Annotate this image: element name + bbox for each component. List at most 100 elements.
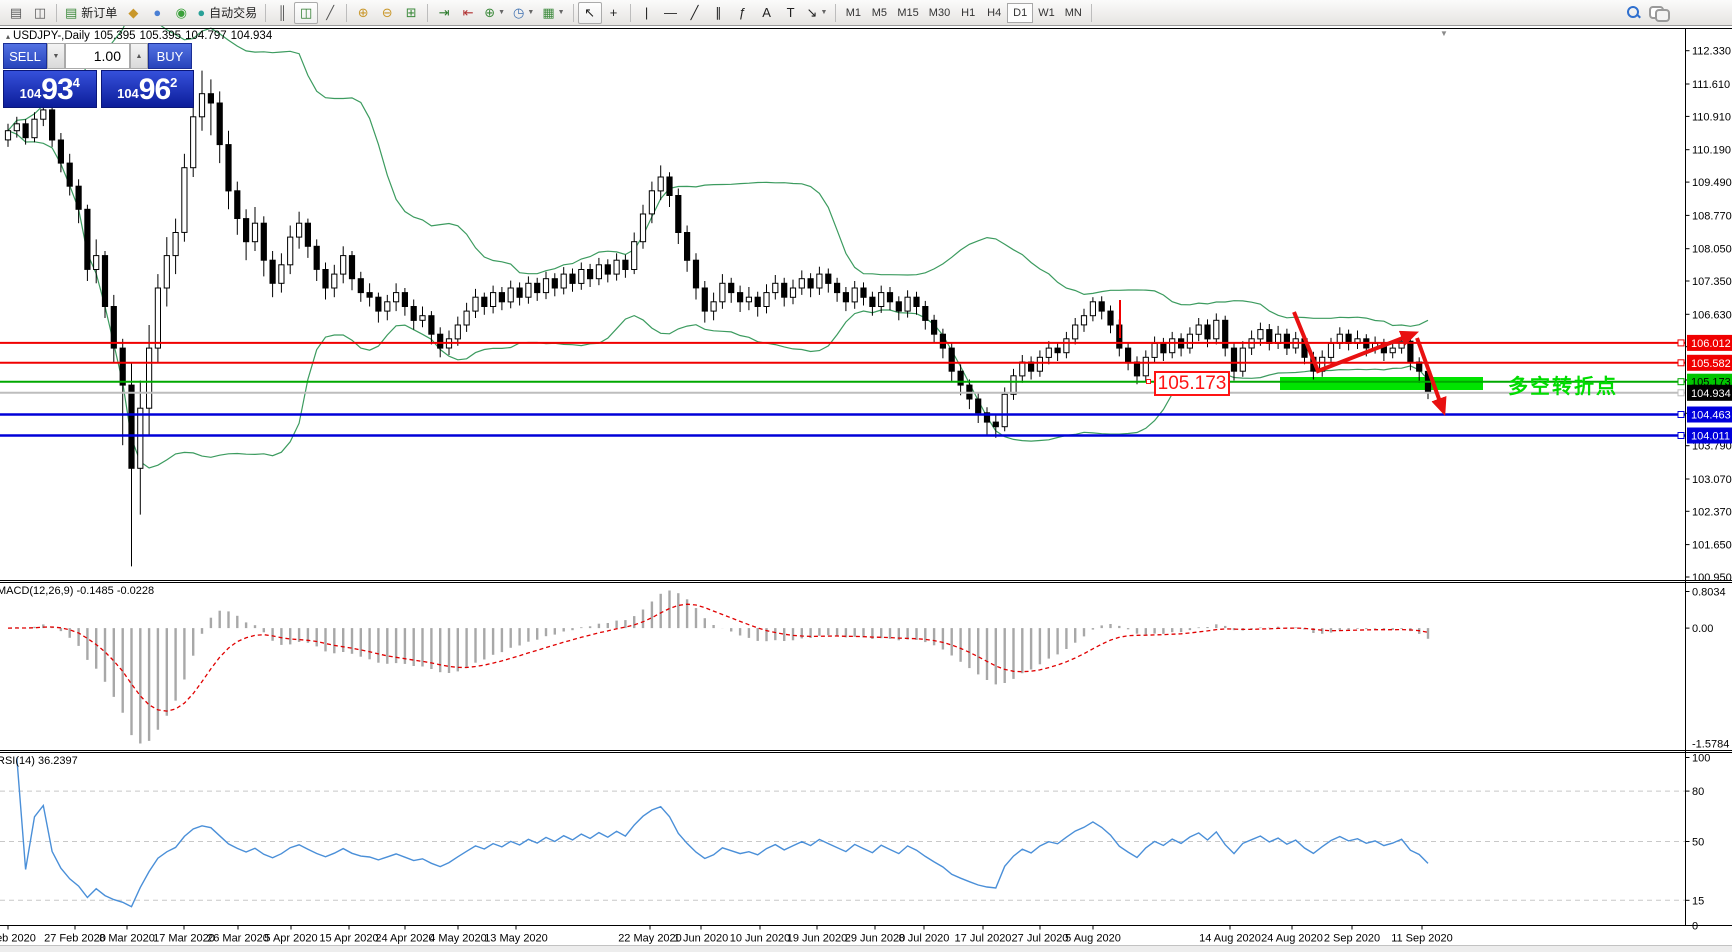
candle-body: [632, 242, 637, 270]
timeframe-h1-button[interactable]: H1: [955, 3, 981, 23]
date-tick-label: 17 Jul 2020: [955, 933, 1012, 945]
toolbar-separator: [56, 4, 57, 22]
volume-increase-button[interactable]: ▲: [130, 43, 148, 69]
tile-windows-button[interactable]: ⊞: [399, 2, 423, 24]
candle-body: [508, 288, 513, 302]
experts-button[interactable]: ●: [145, 2, 169, 24]
bar-chart-type-button[interactable]: ║: [270, 2, 294, 24]
chat-button[interactable]: [1645, 2, 1670, 24]
candle-body: [147, 348, 152, 408]
toolbar-separator: [630, 4, 631, 22]
quote-high: 105.395: [140, 30, 182, 42]
line-handle[interactable]: [1678, 360, 1684, 366]
vertical-line-tool-button[interactable]: |: [635, 2, 659, 24]
candle-body: [499, 293, 504, 302]
indicators-catalog-icon: ◆: [128, 6, 138, 19]
signals-button[interactable]: ◉: [169, 2, 193, 24]
line-handle[interactable]: [1678, 412, 1684, 418]
candle-body: [614, 260, 619, 274]
chart-window[interactable]: 112.330111.610110.910110.190109.490108.7…: [0, 27, 1732, 945]
axis-label: 106.630: [1692, 309, 1732, 321]
text-label-tool-button[interactable]: T: [779, 2, 803, 24]
candle-body: [949, 348, 954, 371]
candle-body: [164, 256, 169, 288]
periods-button[interactable]: ◷▼: [509, 2, 538, 24]
search-button[interactable]: [1621, 2, 1645, 24]
date-tick-label: 24 Aug 2020: [1261, 933, 1323, 945]
volume-decrease-button[interactable]: ▼: [47, 43, 65, 69]
candle-body: [1126, 348, 1131, 362]
zoom-in-button[interactable]: ⊕: [351, 2, 375, 24]
bar-chart-type-icon: ║: [278, 6, 287, 19]
timeframe-m5-button[interactable]: M5: [866, 3, 892, 23]
line-chart-type-button[interactable]: ╱: [318, 2, 342, 24]
candle-body: [738, 293, 743, 302]
volume-input[interactable]: 1.00: [65, 43, 130, 69]
candle-body: [464, 311, 469, 325]
one-click-collapse-icon[interactable]: ▼: [1440, 29, 1448, 38]
buy-button[interactable]: BUY: [148, 43, 192, 69]
line-handle[interactable]: [1678, 390, 1684, 396]
candlestick-chart-type-button[interactable]: ◫: [294, 2, 318, 24]
add-indicator-button[interactable]: ⊕▼: [480, 2, 509, 24]
candle-body: [1161, 344, 1166, 353]
candle-body: [85, 209, 90, 269]
channel-tool-button[interactable]: ∥: [707, 2, 731, 24]
buy-price-button[interactable]: 104 96 2: [101, 70, 195, 108]
candle-body: [535, 283, 540, 292]
templates-button[interactable]: ▦▼: [538, 2, 568, 24]
candle-body: [817, 274, 822, 288]
toolbar-separator: [427, 4, 428, 22]
trendline-tool-button[interactable]: ╱: [683, 2, 707, 24]
autotrading-button[interactable]: ●自动交易: [193, 2, 261, 24]
candle-body: [1390, 348, 1395, 353]
price-callout-label[interactable]: 105.173: [1154, 371, 1230, 396]
crosshair-tool-button[interactable]: +: [602, 2, 626, 24]
candle-body: [729, 283, 734, 292]
timeframe-m30-button[interactable]: M30: [924, 3, 955, 23]
line-handle[interactable]: [1678, 340, 1684, 346]
chart-profiles-button[interactable]: ◫: [28, 2, 52, 24]
date-tick-label: 11 Sep 2020: [1391, 933, 1453, 945]
new-order-button[interactable]: ▤新订单: [61, 2, 121, 24]
toolbar-separator: [573, 4, 574, 22]
chevron-down-icon: ▼: [558, 9, 565, 16]
chart-shift-button[interactable]: ⇤: [456, 2, 480, 24]
experts-icon: ●: [153, 6, 161, 19]
symbol-quote-line: ▴USDJPY-,Daily105.395105.395104.797104.9…: [6, 30, 276, 42]
axis-label: 108.770: [1692, 210, 1732, 222]
timeframe-mn-button[interactable]: MN: [1060, 3, 1087, 23]
timeframe-m1-button[interactable]: M1: [840, 3, 866, 23]
tile-windows-icon: ⊞: [406, 6, 417, 19]
chart-profiles-icon: ◫: [34, 6, 46, 19]
candle-body: [561, 274, 566, 288]
support-zone-rectangle[interactable]: [1280, 377, 1483, 390]
sell-price-button[interactable]: 104 93 4: [3, 70, 97, 108]
cursor-tool-button[interactable]: ↖: [578, 2, 602, 24]
turning-point-annotation[interactable]: 多空转折点: [1508, 370, 1618, 399]
fibonacci-tool-button[interactable]: ƒ: [731, 2, 755, 24]
price-chart[interactable]: 112.330111.610110.910110.190109.490108.7…: [0, 0, 1732, 952]
timeframe-d1-button[interactable]: D1: [1007, 3, 1033, 23]
new-chart-button[interactable]: ▤: [4, 2, 28, 24]
candle-body: [887, 293, 892, 302]
candle-body: [411, 307, 416, 321]
candlestick-chart-type-icon: ◫: [300, 6, 312, 19]
timeframe-m15-button[interactable]: M15: [892, 3, 923, 23]
text-tool-button[interactable]: A: [755, 2, 779, 24]
line-handle[interactable]: [1678, 433, 1684, 439]
candle-body: [297, 223, 302, 237]
horizontal-line-tool-button[interactable]: —: [659, 2, 683, 24]
axis-label: 100.950: [1692, 572, 1732, 584]
auto-scroll-button[interactable]: ⇥: [432, 2, 456, 24]
sell-button[interactable]: SELL: [3, 43, 47, 69]
line-handle[interactable]: [1678, 379, 1684, 385]
timeframe-w1-button[interactable]: W1: [1033, 3, 1060, 23]
indicators-catalog-button[interactable]: ◆: [121, 2, 145, 24]
zoom-out-button[interactable]: ⊖: [375, 2, 399, 24]
axis-label: 101.650: [1692, 540, 1732, 552]
timeframe-h4-button[interactable]: H4: [981, 3, 1007, 23]
chevron-down-icon: ▼: [820, 9, 827, 16]
quote-close: 104.934: [231, 30, 273, 42]
arrows-tool-button[interactable]: ↘▼: [803, 2, 832, 24]
